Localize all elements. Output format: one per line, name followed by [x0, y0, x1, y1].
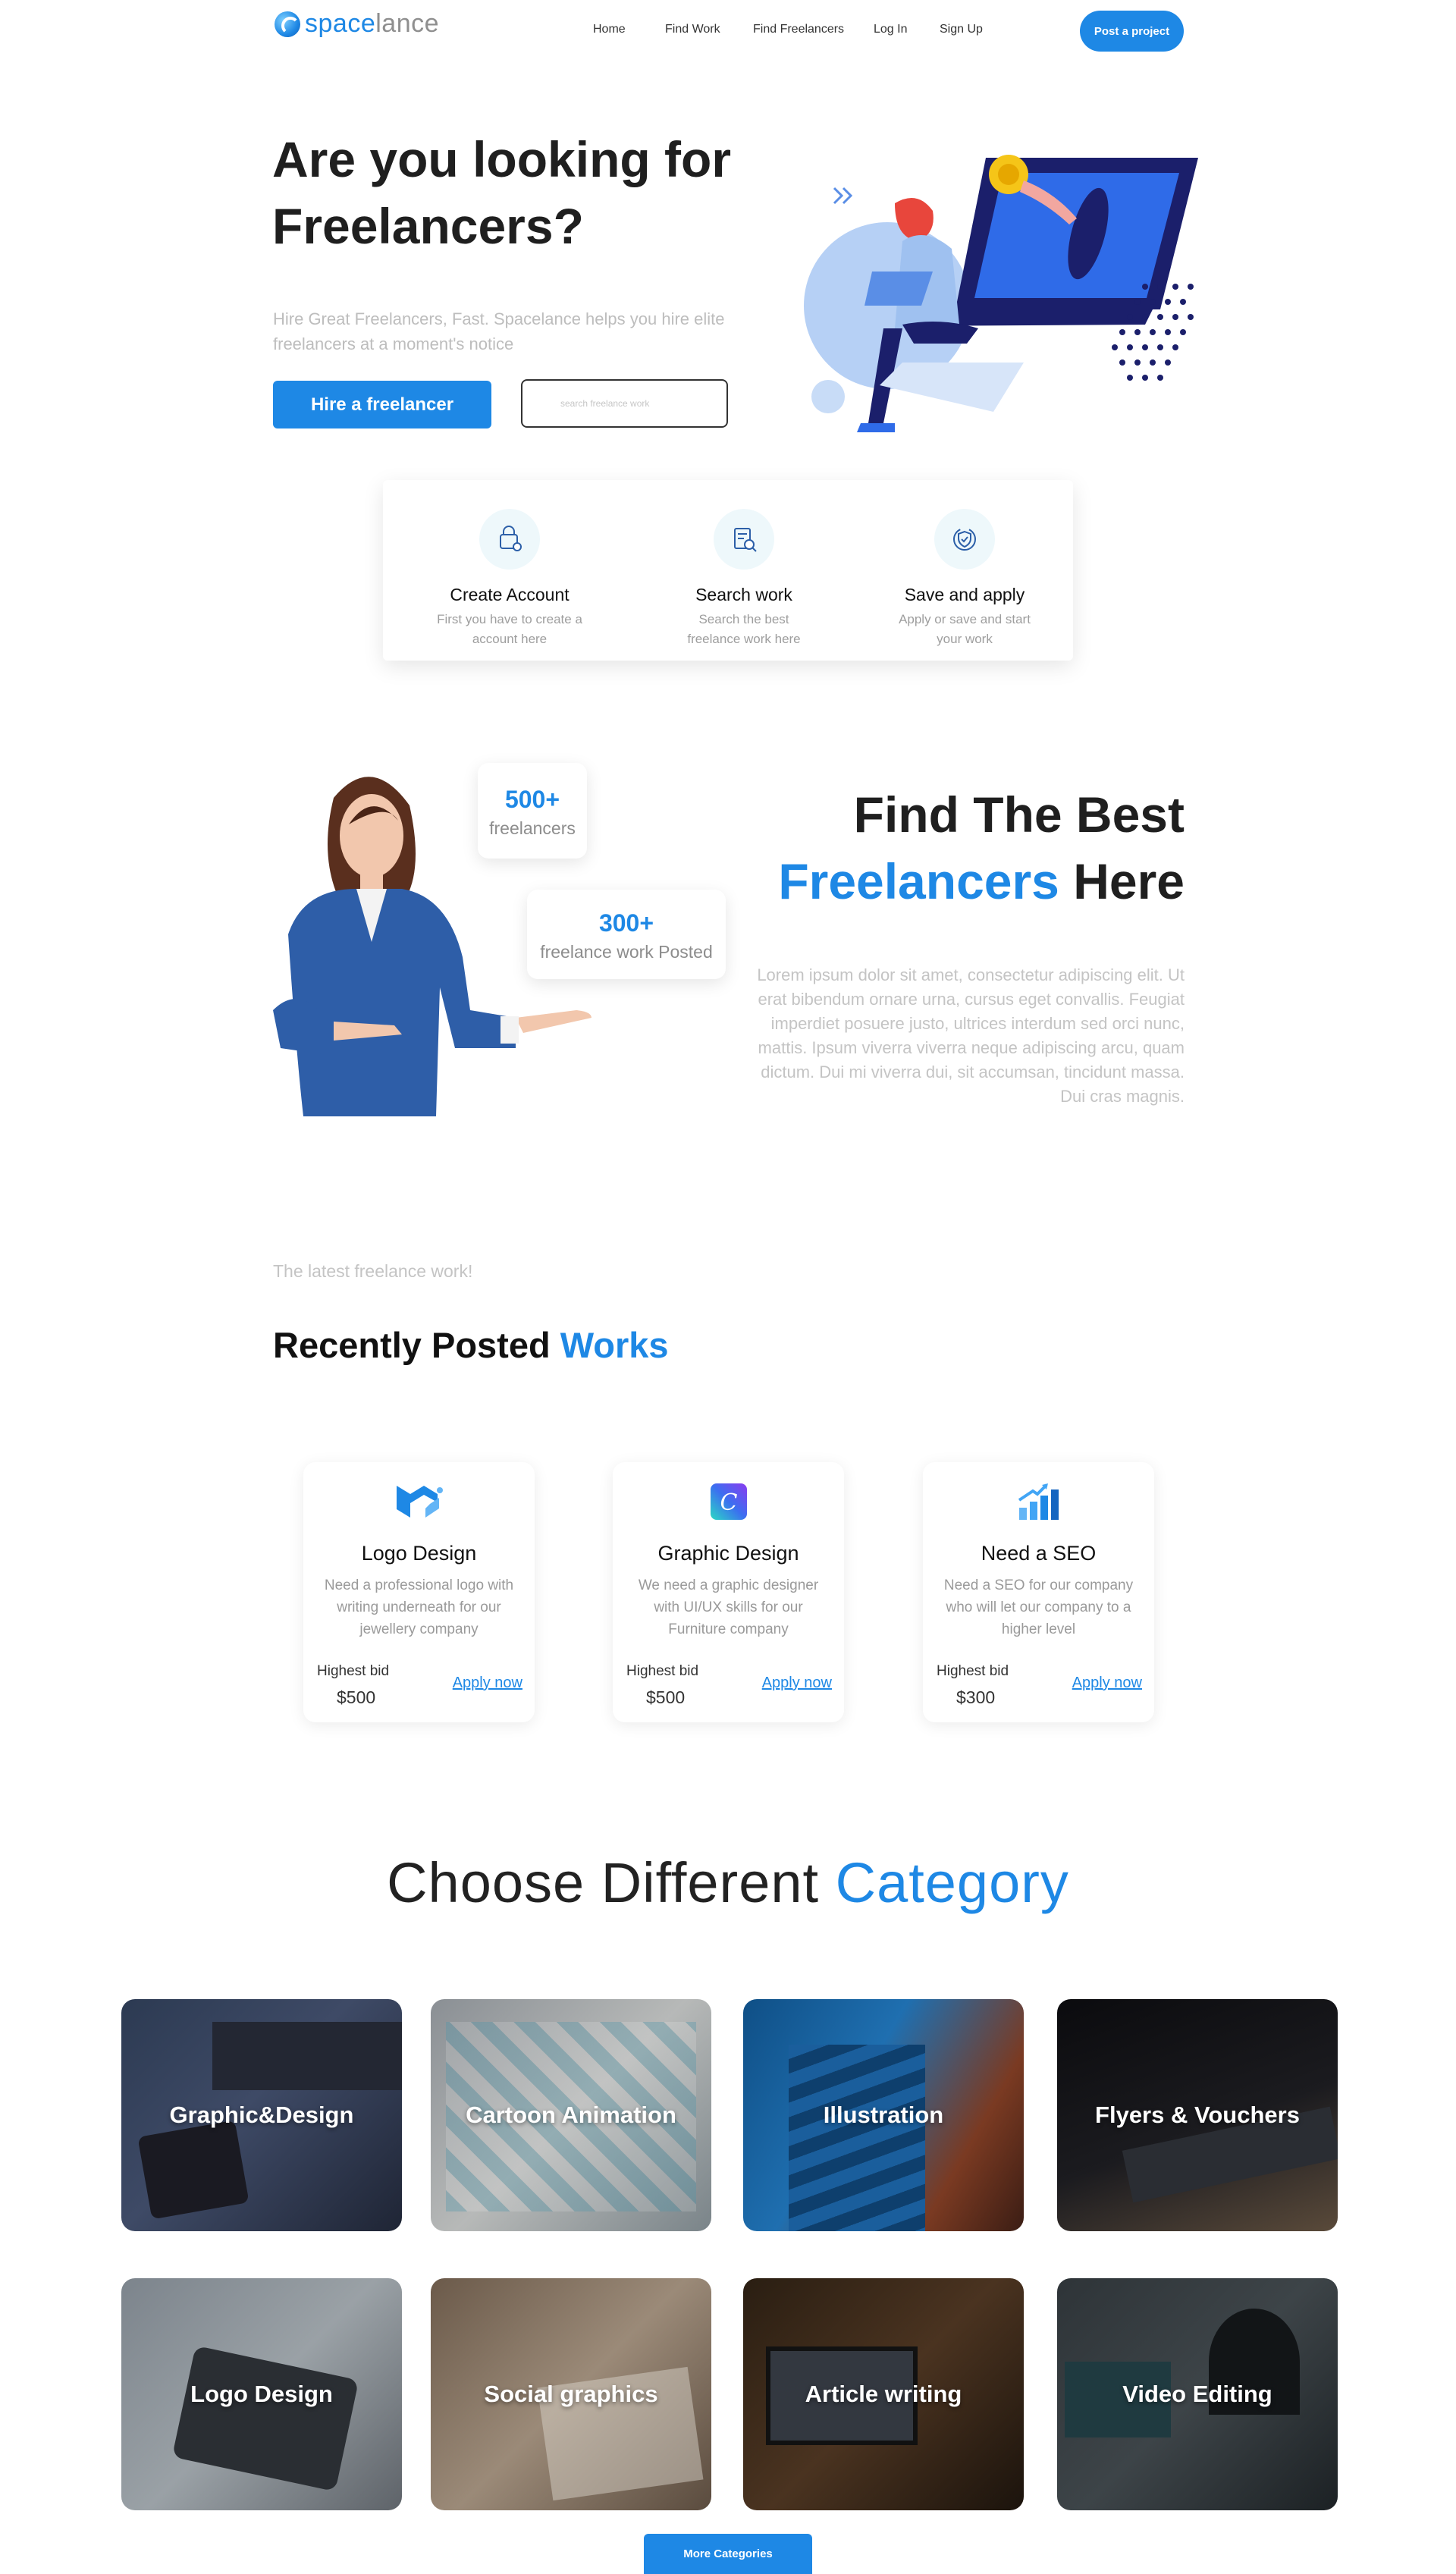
job-title: Need a SEO — [981, 1542, 1097, 1565]
hero-subtitle: Hire Great Freelancers, Fast. Spacelance… — [273, 309, 725, 353]
nav-log-in[interactable]: Log In — [874, 23, 907, 36]
mui-logo-icon — [395, 1477, 444, 1526]
recent-works-title: Recently Posted Works — [273, 1325, 669, 1365]
search-document-icon — [714, 509, 774, 570]
job-title: Graphic Design — [657, 1542, 799, 1565]
post-project-button[interactable]: Post a project — [1080, 11, 1184, 52]
category-graphic-design[interactable]: Graphic&Design — [121, 1999, 402, 2231]
nav-find-work[interactable]: Find Work — [665, 23, 720, 36]
bid-label: Highest bid — [626, 1663, 699, 1679]
category-label: Cartoon Animation — [466, 2102, 676, 2128]
svg-text:C: C — [720, 1489, 737, 1516]
stat-label: freelancers — [489, 818, 576, 838]
step-create-account[interactable]: Create Account First you have to create … — [411, 509, 608, 649]
category-logo-design[interactable]: Logo Design — [121, 2278, 402, 2510]
search-freelance-input[interactable] — [521, 379, 728, 428]
shield-check-icon — [934, 509, 995, 570]
job-title: Logo Design — [361, 1542, 477, 1565]
category-illustration[interactable]: Illustration — [743, 1999, 1024, 2231]
bid-value: $300 — [956, 1687, 996, 1707]
hero-illustration — [804, 155, 1198, 432]
stat-works-posted-card: 300+ freelance work Posted — [527, 890, 726, 979]
step-desc: Search the best freelance work here — [687, 612, 801, 646]
brand-name: spacelance — [305, 9, 440, 38]
category-flyers-vouchers[interactable]: Flyers & Vouchers — [1057, 1999, 1338, 2231]
job-desc: Need a SEO for our company who will let … — [943, 1577, 1134, 1637]
category-label: Video Editing — [1122, 2381, 1272, 2407]
step-title: Save and apply — [904, 585, 1025, 604]
steps-card: Create Account First you have to create … — [383, 480, 1073, 661]
find-best-title: Find The Best Freelancers Here — [778, 786, 1185, 909]
nav-home[interactable]: Home — [593, 23, 626, 36]
find-best-paragraph: Lorem ipsum dolor sit amet, consectetur … — [757, 965, 1185, 1106]
job-card-seo[interactable]: Need a SEO Need a SEO for our company wh… — [923, 1462, 1154, 1722]
hire-freelancer-button[interactable]: Hire a freelancer — [273, 381, 491, 428]
category-video-editing[interactable]: Video Editing — [1057, 2278, 1338, 2510]
category-label: Article writing — [805, 2381, 962, 2407]
apply-now-link[interactable]: Apply now — [1072, 1675, 1142, 1692]
brand-logo[interactable]: spacelance — [275, 9, 439, 39]
nav-find-freelancers[interactable]: Find Freelancers — [753, 23, 844, 36]
bar-growth-icon — [1015, 1477, 1063, 1526]
step-title: Create Account — [450, 585, 570, 604]
category-label: Social graphics — [484, 2381, 658, 2407]
category-social-graphics[interactable]: Social graphics — [431, 2278, 711, 2510]
stat-freelancers-card: 500+ freelancers — [478, 763, 587, 859]
bid-value: $500 — [646, 1687, 686, 1707]
step-save-apply[interactable]: Save and apply Apply or save and start y… — [866, 509, 1063, 649]
job-desc: We need a graphic designer with UI/UX sk… — [638, 1577, 819, 1637]
canva-logo-icon: C — [704, 1477, 753, 1526]
globe-icon — [275, 11, 300, 37]
stat-label: freelance work Posted — [540, 942, 713, 962]
job-card-logo-design[interactable]: Logo Design Need a professional logo wit… — [303, 1462, 535, 1722]
bid-label: Highest bid — [937, 1663, 1009, 1679]
bid-label: Highest bid — [317, 1663, 390, 1679]
stat-number: 300+ — [598, 909, 654, 937]
hero-title: Are you looking for Freelancers? — [272, 131, 732, 254]
step-desc: Apply or save and start your work — [899, 612, 1031, 646]
bid-value: $500 — [337, 1687, 376, 1707]
nav-sign-up[interactable]: Sign Up — [940, 23, 983, 36]
category-label: Flyers & Vouchers — [1095, 2102, 1300, 2128]
category-article-writing[interactable]: Article writing — [743, 2278, 1024, 2510]
step-desc: First you have to create a account here — [437, 612, 582, 646]
job-card-graphic-design[interactable]: C Graphic Design We need a graphic desig… — [613, 1462, 844, 1722]
job-desc: Need a professional logo with writing un… — [324, 1577, 514, 1637]
lock-file-icon — [479, 509, 540, 570]
category-label: Graphic&Design — [169, 2102, 354, 2128]
step-title: Search work — [695, 585, 792, 604]
stat-number: 500+ — [504, 786, 560, 813]
category-title: Choose Different Category — [387, 1851, 1069, 1914]
apply-now-link[interactable]: Apply now — [453, 1675, 522, 1692]
latest-work-kicker: The latest freelance work! — [273, 1261, 473, 1281]
apply-now-link[interactable]: Apply now — [762, 1675, 832, 1692]
step-search-work[interactable]: Search work Search the best freelance wo… — [645, 509, 843, 649]
category-cartoon-animation[interactable]: Cartoon Animation — [431, 1999, 711, 2231]
more-categories-button[interactable]: More Categories — [644, 2534, 812, 2574]
category-label: Logo Design — [190, 2381, 333, 2407]
category-label: Illustration — [823, 2102, 944, 2128]
